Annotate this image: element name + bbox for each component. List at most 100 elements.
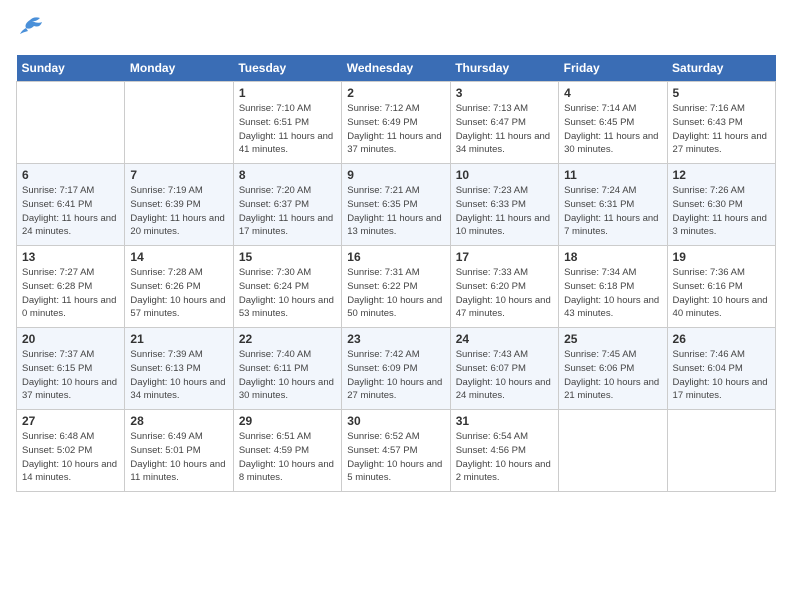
day-info: Sunrise: 7:39 AM Sunset: 6:13 PM Dayligh… (130, 348, 227, 403)
day-number: 2 (347, 86, 444, 100)
calendar-cell: 9 Sunrise: 7:21 AM Sunset: 6:35 PM Daylig… (342, 164, 450, 246)
logo (16, 16, 48, 43)
day-number: 6 (22, 168, 119, 182)
calendar-table: SundayMondayTuesdayWednesdayThursdayFrid… (16, 55, 776, 492)
calendar-cell (667, 410, 775, 492)
calendar-cell: 1 Sunrise: 7:10 AM Sunset: 6:51 PM Daylig… (233, 82, 341, 164)
calendar-cell: 23 Sunrise: 7:42 AM Sunset: 6:09 PM Dayli… (342, 328, 450, 410)
calendar-cell: 20 Sunrise: 7:37 AM Sunset: 6:15 PM Dayli… (17, 328, 125, 410)
weekday-header-tuesday: Tuesday (233, 55, 341, 82)
weekday-header-sunday: Sunday (17, 55, 125, 82)
day-number: 26 (673, 332, 770, 346)
calendar-cell: 8 Sunrise: 7:20 AM Sunset: 6:37 PM Daylig… (233, 164, 341, 246)
day-number: 16 (347, 250, 444, 264)
day-info: Sunrise: 7:13 AM Sunset: 6:47 PM Dayligh… (456, 102, 553, 157)
day-info: Sunrise: 7:28 AM Sunset: 6:26 PM Dayligh… (130, 266, 227, 321)
calendar-cell: 22 Sunrise: 7:40 AM Sunset: 6:11 PM Dayli… (233, 328, 341, 410)
day-info: Sunrise: 7:21 AM Sunset: 6:35 PM Dayligh… (347, 184, 444, 239)
calendar-cell: 10 Sunrise: 7:23 AM Sunset: 6:33 PM Dayli… (450, 164, 558, 246)
logo-bird-icon (16, 16, 44, 38)
calendar-cell: 29 Sunrise: 6:51 AM Sunset: 4:59 PM Dayli… (233, 410, 341, 492)
day-number: 23 (347, 332, 444, 346)
calendar-week-row: 6 Sunrise: 7:17 AM Sunset: 6:41 PM Daylig… (17, 164, 776, 246)
day-info: Sunrise: 7:45 AM Sunset: 6:06 PM Dayligh… (564, 348, 661, 403)
day-info: Sunrise: 7:37 AM Sunset: 6:15 PM Dayligh… (22, 348, 119, 403)
day-number: 3 (456, 86, 553, 100)
calendar-cell: 12 Sunrise: 7:26 AM Sunset: 6:30 PM Dayli… (667, 164, 775, 246)
day-number: 22 (239, 332, 336, 346)
day-info: Sunrise: 7:19 AM Sunset: 6:39 PM Dayligh… (130, 184, 227, 239)
calendar-cell: 4 Sunrise: 7:14 AM Sunset: 6:45 PM Daylig… (559, 82, 667, 164)
calendar-cell: 6 Sunrise: 7:17 AM Sunset: 6:41 PM Daylig… (17, 164, 125, 246)
calendar-week-row: 13Sunrise: 7:27 AM Sunset: 6:28 PM Dayli… (17, 246, 776, 328)
calendar-cell: 14 Sunrise: 7:28 AM Sunset: 6:26 PM Dayli… (125, 246, 233, 328)
day-number: 12 (673, 168, 770, 182)
calendar-cell: 24 Sunrise: 7:43 AM Sunset: 6:07 PM Dayli… (450, 328, 558, 410)
day-info: Sunrise: 7:12 AM Sunset: 6:49 PM Dayligh… (347, 102, 444, 157)
day-number: 24 (456, 332, 553, 346)
day-number: 17 (456, 250, 553, 264)
day-number: 7 (130, 168, 227, 182)
day-info: Sunrise: 7:34 AM Sunset: 6:18 PM Dayligh… (564, 266, 661, 321)
day-number: 8 (239, 168, 336, 182)
day-number: 25 (564, 332, 661, 346)
day-info: Sunrise: 7:24 AM Sunset: 6:31 PM Dayligh… (564, 184, 661, 239)
calendar-cell: 27 Sunrise: 6:48 AM Sunset: 5:02 PM Dayli… (17, 410, 125, 492)
day-number: 20 (22, 332, 119, 346)
day-number: 1 (239, 86, 336, 100)
day-info: Sunrise: 7:33 AM Sunset: 6:20 PM Dayligh… (456, 266, 553, 321)
calendar-cell: 7 Sunrise: 7:19 AM Sunset: 6:39 PM Daylig… (125, 164, 233, 246)
calendar-week-row: 1 Sunrise: 7:10 AM Sunset: 6:51 PM Daylig… (17, 82, 776, 164)
day-number: 28 (130, 414, 227, 428)
calendar-cell: 16 Sunrise: 7:31 AM Sunset: 6:22 PM Dayli… (342, 246, 450, 328)
calendar-week-row: 27 Sunrise: 6:48 AM Sunset: 5:02 PM Dayli… (17, 410, 776, 492)
calendar-cell: 3 Sunrise: 7:13 AM Sunset: 6:47 PM Daylig… (450, 82, 558, 164)
day-info: Sunrise: 7:40 AM Sunset: 6:11 PM Dayligh… (239, 348, 336, 403)
day-number: 5 (673, 86, 770, 100)
day-info: Sunrise: 7:23 AM Sunset: 6:33 PM Dayligh… (456, 184, 553, 239)
day-number: 27 (22, 414, 119, 428)
calendar-cell: 28 Sunrise: 6:49 AM Sunset: 5:01 PM Dayli… (125, 410, 233, 492)
day-info: Sunrise: 7:16 AM Sunset: 6:43 PM Dayligh… (673, 102, 770, 157)
day-info: Sunrise: 7:26 AM Sunset: 6:30 PM Dayligh… (673, 184, 770, 239)
day-info: Sunrise: 7:43 AM Sunset: 6:07 PM Dayligh… (456, 348, 553, 403)
calendar-cell: 30 Sunrise: 6:52 AM Sunset: 4:57 PM Dayli… (342, 410, 450, 492)
day-number: 4 (564, 86, 661, 100)
day-info: Sunrise: 7:42 AM Sunset: 6:09 PM Dayligh… (347, 348, 444, 403)
calendar-cell: 19Sunrise: 7:36 AM Sunset: 6:16 PM Dayli… (667, 246, 775, 328)
day-number: 11 (564, 168, 661, 182)
day-info: Sunrise: 6:49 AM Sunset: 5:01 PM Dayligh… (130, 430, 227, 485)
calendar-cell (17, 82, 125, 164)
weekday-header-wednesday: Wednesday (342, 55, 450, 82)
day-info: Sunrise: 7:46 AM Sunset: 6:04 PM Dayligh… (673, 348, 770, 403)
day-number: 30 (347, 414, 444, 428)
calendar-cell (125, 82, 233, 164)
weekday-header-thursday: Thursday (450, 55, 558, 82)
calendar-cell: 26 Sunrise: 7:46 AM Sunset: 6:04 PM Dayli… (667, 328, 775, 410)
day-info: Sunrise: 7:14 AM Sunset: 6:45 PM Dayligh… (564, 102, 661, 157)
day-number: 31 (456, 414, 553, 428)
day-info: Sunrise: 7:17 AM Sunset: 6:41 PM Dayligh… (22, 184, 119, 239)
day-number: 10 (456, 168, 553, 182)
day-number: 14 (130, 250, 227, 264)
day-number: 18 (564, 250, 661, 264)
day-number: 13 (22, 250, 119, 264)
weekday-header-friday: Friday (559, 55, 667, 82)
day-info: Sunrise: 6:51 AM Sunset: 4:59 PM Dayligh… (239, 430, 336, 485)
day-number: 29 (239, 414, 336, 428)
page-header (16, 16, 776, 43)
calendar-cell: 13Sunrise: 7:27 AM Sunset: 6:28 PM Dayli… (17, 246, 125, 328)
day-info: Sunrise: 7:30 AM Sunset: 6:24 PM Dayligh… (239, 266, 336, 321)
day-info: Sunrise: 7:31 AM Sunset: 6:22 PM Dayligh… (347, 266, 444, 321)
calendar-cell: 17 Sunrise: 7:33 AM Sunset: 6:20 PM Dayli… (450, 246, 558, 328)
calendar-week-row: 20 Sunrise: 7:37 AM Sunset: 6:15 PM Dayli… (17, 328, 776, 410)
calendar-cell (559, 410, 667, 492)
weekday-header-row: SundayMondayTuesdayWednesdayThursdayFrid… (17, 55, 776, 82)
calendar-cell: 2 Sunrise: 7:12 AM Sunset: 6:49 PM Daylig… (342, 82, 450, 164)
day-number: 9 (347, 168, 444, 182)
day-info: Sunrise: 6:52 AM Sunset: 4:57 PM Dayligh… (347, 430, 444, 485)
day-info: Sunrise: 7:20 AM Sunset: 6:37 PM Dayligh… (239, 184, 336, 239)
day-info: Sunrise: 7:10 AM Sunset: 6:51 PM Dayligh… (239, 102, 336, 157)
day-info: Sunrise: 6:48 AM Sunset: 5:02 PM Dayligh… (22, 430, 119, 485)
weekday-header-saturday: Saturday (667, 55, 775, 82)
